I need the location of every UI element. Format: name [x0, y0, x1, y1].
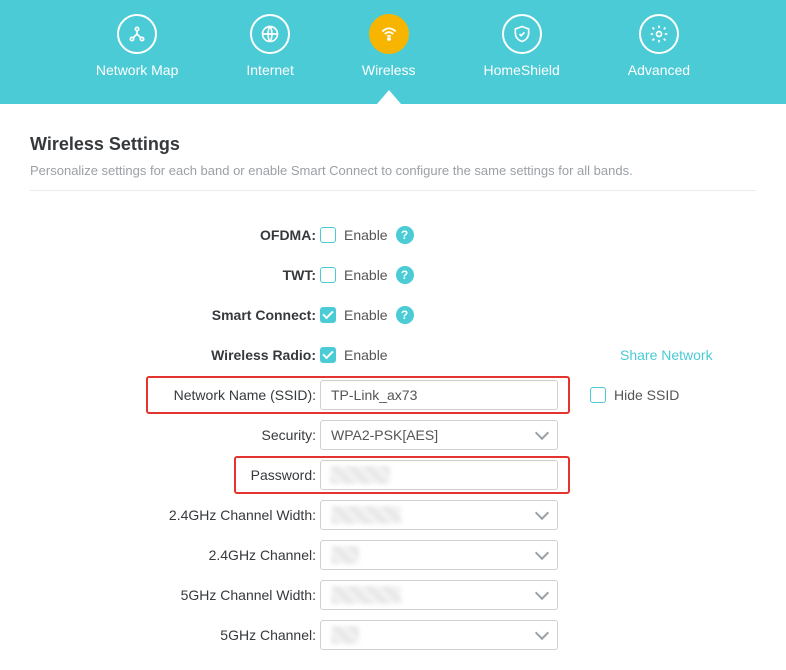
network-map-icon [117, 14, 157, 54]
label-wireless-radio: Wireless Radio: [30, 347, 320, 363]
nav-label: Network Map [96, 62, 178, 78]
nav-label: Advanced [628, 62, 690, 78]
nav-wireless[interactable]: Wireless [362, 14, 416, 78]
redacted-value [331, 506, 401, 524]
help-icon[interactable] [396, 226, 414, 244]
label-5-width: 5GHz Channel Width: [30, 587, 320, 603]
row-24-channel: 2.4GHz Channel: [30, 535, 756, 575]
smart-connect-checkbox[interactable] [320, 307, 336, 323]
row-5-channel: 5GHz Channel: [30, 615, 756, 655]
security-select[interactable]: WPA2-PSK[AES] [320, 420, 558, 450]
row-password: Password: [30, 455, 756, 495]
label-ssid: Network Name (SSID): [30, 387, 320, 403]
nav-network-map[interactable]: Network Map [96, 14, 178, 78]
row-smart-connect: Smart Connect: Enable [30, 295, 756, 335]
nav-label: Internet [246, 62, 293, 78]
nav-label: Wireless [362, 62, 416, 78]
wireless-radio-checkbox[interactable] [320, 347, 336, 363]
section-title: Wireless Settings [30, 134, 756, 155]
row-24-width: 2.4GHz Channel Width: [30, 495, 756, 535]
smart-connect-checkbox-label: Enable [344, 307, 388, 323]
nav-advanced[interactable]: Advanced [628, 14, 690, 78]
label-ofdma: OFDMA: [30, 227, 320, 243]
24-channel-select[interactable] [320, 540, 558, 570]
label-smart-connect: Smart Connect: [30, 307, 320, 323]
hide-ssid-checkbox[interactable] [590, 387, 606, 403]
shield-icon [502, 14, 542, 54]
twt-checkbox[interactable] [320, 267, 336, 283]
top-nav: Network Map Internet Wireless HomeShield… [0, 0, 786, 104]
hide-ssid-label: Hide SSID [614, 387, 679, 403]
wireless-form: OFDMA: Enable TWT: Enable Smart Connect:… [30, 215, 756, 655]
wireless-radio-checkbox-label: Enable [344, 347, 388, 363]
redacted-value [331, 626, 359, 644]
twt-checkbox-label: Enable [344, 267, 388, 283]
help-icon[interactable] [396, 266, 414, 284]
row-wireless-radio: Wireless Radio: Enable Share Network [30, 335, 756, 375]
label-5-channel: 5GHz Channel: [30, 627, 320, 643]
globe-icon [250, 14, 290, 54]
row-ssid: Network Name (SSID): Hide SSID [30, 375, 756, 415]
label-24-width: 2.4GHz Channel Width: [30, 507, 320, 523]
nav-homeshield[interactable]: HomeShield [484, 14, 560, 78]
label-security: Security: [30, 427, 320, 443]
ofdma-checkbox-label: Enable [344, 227, 388, 243]
nav-internet[interactable]: Internet [246, 14, 293, 78]
nav-label: HomeShield [484, 62, 560, 78]
gear-icon [639, 14, 679, 54]
help-icon[interactable] [396, 306, 414, 324]
row-twt: TWT: Enable [30, 255, 756, 295]
redacted-value [330, 466, 390, 484]
24-width-select[interactable] [320, 500, 558, 530]
content: Wireless Settings Personalize settings f… [0, 104, 786, 655]
row-5-width: 5GHz Channel Width: [30, 575, 756, 615]
5-channel-select[interactable] [320, 620, 558, 650]
5-width-select[interactable] [320, 580, 558, 610]
row-security: Security: WPA2-PSK[AES] [30, 415, 756, 455]
label-twt: TWT: [30, 267, 320, 283]
security-value: WPA2-PSK[AES] [331, 427, 438, 443]
ofdma-checkbox[interactable] [320, 227, 336, 243]
redacted-value [331, 586, 401, 604]
section-desc: Personalize settings for each band or en… [30, 163, 756, 191]
redacted-value [331, 546, 359, 564]
label-password: Password: [30, 467, 320, 483]
share-network-link[interactable]: Share Network [620, 347, 713, 363]
ssid-input[interactable] [320, 380, 558, 410]
label-24-channel: 2.4GHz Channel: [30, 547, 320, 563]
row-ofdma: OFDMA: Enable [30, 215, 756, 255]
wifi-icon [369, 14, 409, 54]
